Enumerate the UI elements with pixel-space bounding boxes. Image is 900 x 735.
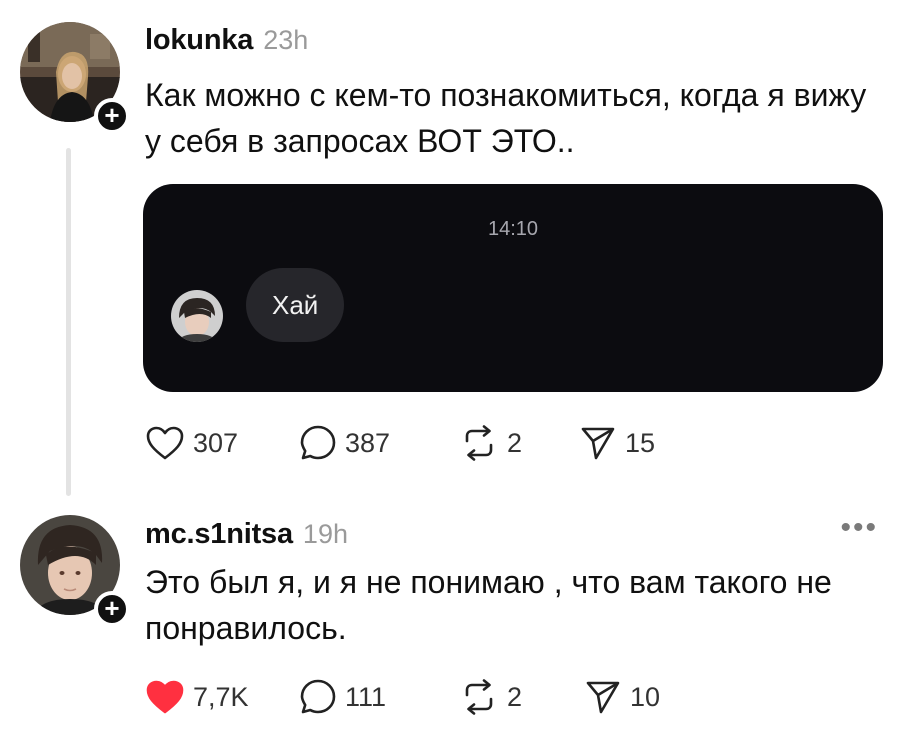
comment-icon (300, 679, 336, 714)
chat-sender-avatar (171, 290, 223, 342)
follow-plus-icon[interactable]: + (94, 98, 130, 134)
more-options-icon[interactable]: ••• (840, 513, 878, 543)
post: + lokunka 23h Как можно с кем-то познако… (0, 0, 900, 500)
author-avatar[interactable]: + (20, 22, 130, 134)
chat-message-bubble: Хай (246, 268, 345, 342)
post-header: mc.s1nitsa 19h (145, 518, 348, 551)
repost-count: 2 (507, 427, 523, 458)
repost-icon (465, 679, 493, 715)
post-time: 23h (263, 25, 309, 55)
post-text: Как можно с кем-то познакомиться, когда … (145, 77, 867, 159)
attached-screenshot[interactable]: 14:10 Хай (143, 184, 883, 392)
sender-photo (171, 290, 223, 342)
like-count: 7,7K (193, 681, 249, 712)
thread-connector (66, 148, 71, 496)
username[interactable]: lokunka (145, 24, 253, 57)
repost-button[interactable]: 2 (459, 679, 584, 715)
repost-button[interactable]: 2 (459, 425, 579, 461)
like-button[interactable]: 307 (145, 425, 299, 461)
reply-post: + mc.s1nitsa 19h ••• Это был я, и я не п… (0, 500, 900, 735)
comment-count: 387 (345, 427, 391, 458)
comment-button[interactable]: 111 (299, 678, 459, 716)
chat-timestamp: 14:10 (487, 218, 539, 240)
heart-icon (146, 426, 184, 460)
follow-plus-icon[interactable]: + (94, 591, 130, 627)
author-avatar[interactable]: + (20, 515, 130, 627)
username[interactable]: mc.s1nitsa (145, 518, 293, 551)
post-header: lokunka 23h (145, 24, 308, 57)
post-text: Это был я, и я не понимаю , что вам тако… (145, 564, 832, 646)
share-button[interactable]: 10 (584, 678, 660, 716)
post-time: 19h (302, 519, 348, 549)
repost-count: 2 (507, 681, 523, 712)
share-count: 15 (625, 427, 656, 458)
share-count: 10 (630, 681, 661, 712)
comment-count: 111 (345, 681, 387, 712)
share-icon (586, 681, 620, 714)
share-icon (581, 427, 615, 460)
post-actions: 7,7K 111 2 10 (145, 678, 660, 716)
post-actions: 307 387 2 15 (145, 424, 655, 462)
comment-button[interactable]: 387 (299, 424, 459, 462)
comment-icon (300, 425, 336, 460)
repost-icon (465, 425, 493, 461)
like-button[interactable]: 7,7K (145, 679, 299, 715)
heart-icon (146, 680, 184, 714)
like-count: 307 (193, 427, 239, 458)
share-button[interactable]: 15 (579, 424, 655, 462)
